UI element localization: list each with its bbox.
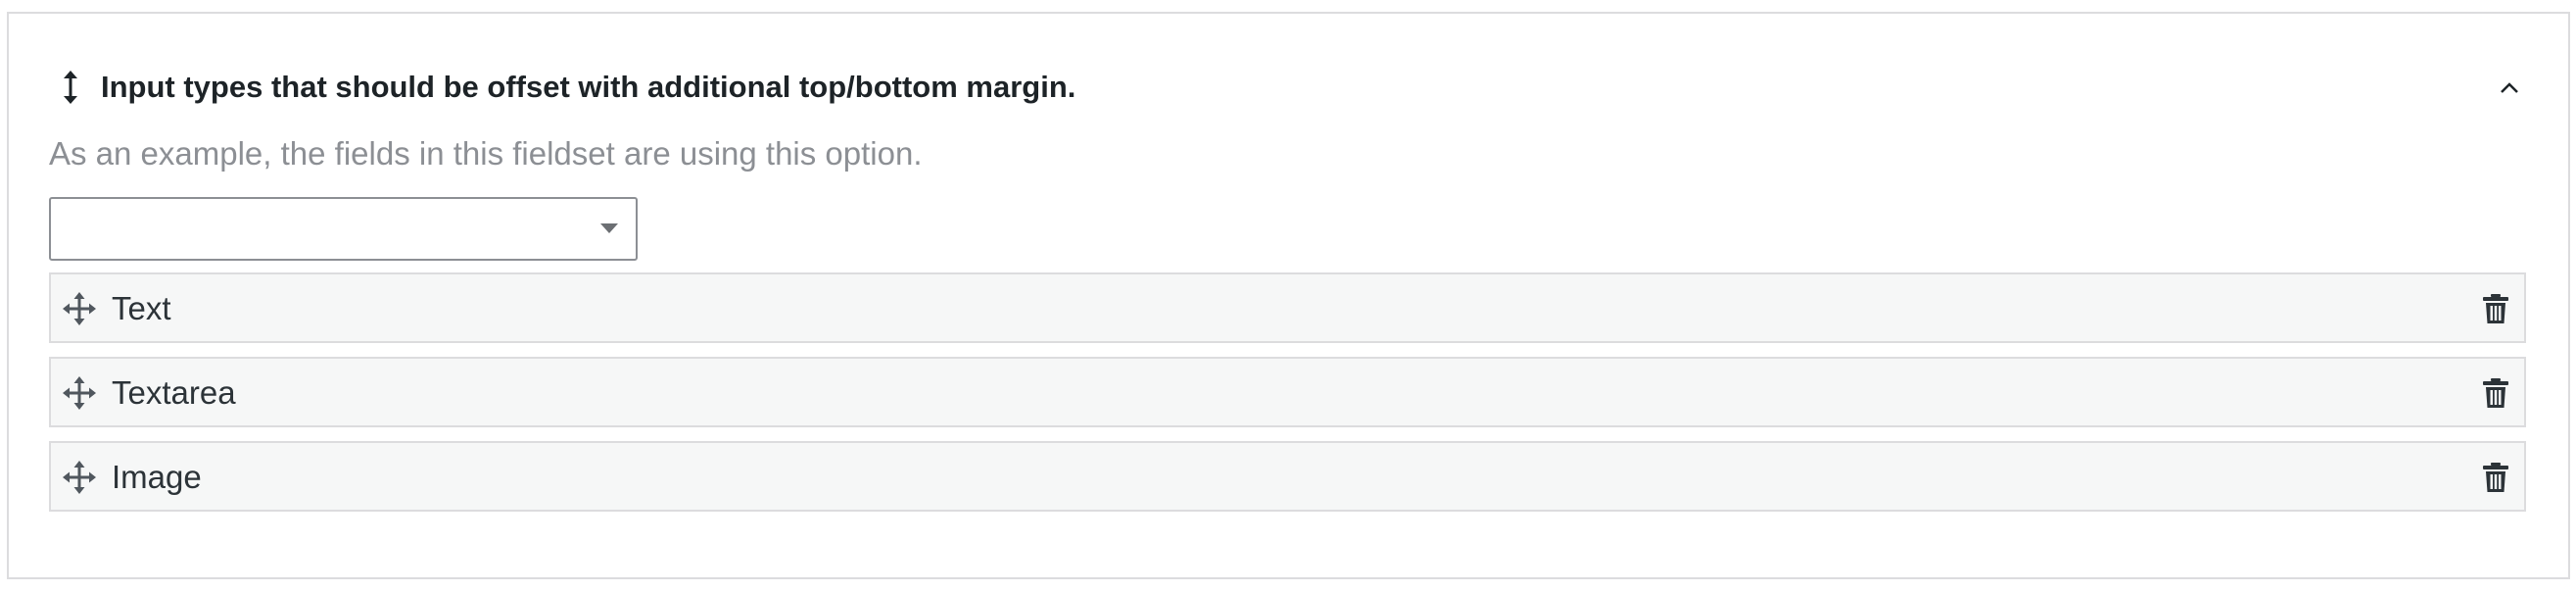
list-item-label: Textarea xyxy=(112,374,236,411)
trash-icon[interactable] xyxy=(2481,377,2510,409)
list-item: Textarea xyxy=(49,357,2526,427)
move-icon[interactable] xyxy=(63,376,96,410)
trash-icon[interactable] xyxy=(2481,462,2510,493)
collapse-toggle-button[interactable] xyxy=(2490,69,2529,108)
fieldset-description: As an example, the fields in this fields… xyxy=(49,135,923,172)
move-icon[interactable] xyxy=(63,292,96,325)
caret-down-icon xyxy=(600,223,618,233)
fieldset-header: Input types that should be offset with a… xyxy=(56,63,2529,112)
input-type-select[interactable] xyxy=(49,197,638,261)
list-item: Text xyxy=(49,272,2526,343)
vertical-resize-arrow-icon xyxy=(56,68,85,107)
trash-icon[interactable] xyxy=(2481,293,2510,324)
list-item: Image xyxy=(49,441,2526,512)
chevron-up-icon xyxy=(2501,82,2518,93)
sortable-list: Text Textarea Image xyxy=(49,272,2526,525)
fieldset-title: Input types that should be offset with a… xyxy=(101,70,1076,104)
list-item-label: Text xyxy=(112,290,171,326)
fieldset-panel: Input types that should be offset with a… xyxy=(7,12,2570,579)
list-item-label: Image xyxy=(112,459,202,495)
move-icon[interactable] xyxy=(63,461,96,494)
